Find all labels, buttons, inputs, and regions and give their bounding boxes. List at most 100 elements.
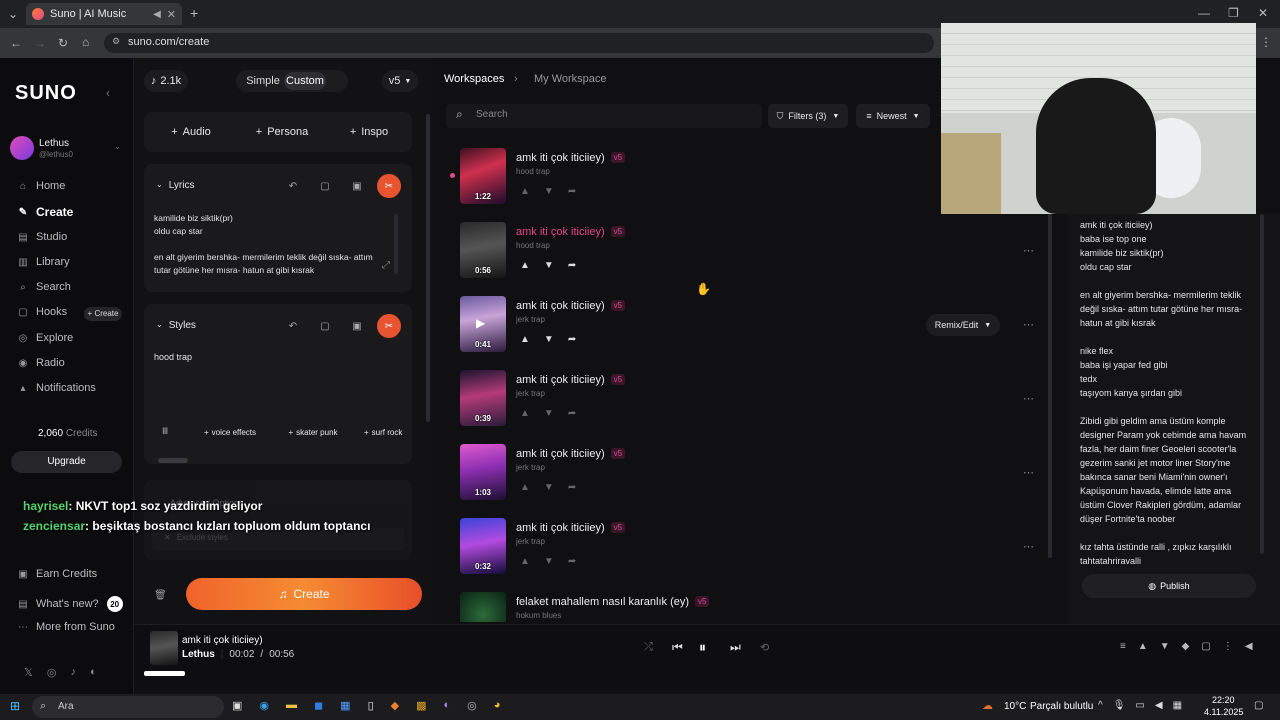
sidebar-item-notifications[interactable]: ▴ Notifications — [18, 382, 95, 394]
dislike-icon[interactable]: ▼ — [544, 556, 554, 567]
song-style[interactable]: hood trap — [516, 241, 550, 250]
style-chip[interactable]: + surf rock — [364, 424, 412, 440]
chrome-icon[interactable]: ◕ — [494, 699, 501, 712]
more-options-icon[interactable]: ⋯ — [1023, 392, 1034, 405]
share-icon[interactable]: ➦ — [568, 260, 576, 271]
style-chip[interactable]: + voice effects — [196, 424, 264, 440]
instagram-icon[interactable]: ◎ — [47, 666, 57, 679]
like-icon[interactable]: ▲ — [520, 408, 530, 419]
delete-icon[interactable]: ▣ — [346, 175, 368, 197]
player-title[interactable]: amk iti çok iticiiey) — [182, 635, 263, 646]
remix-edit-button[interactable]: Remix/Edit ▼ — [926, 314, 1000, 336]
home-browser-icon[interactable]: ⌂ — [82, 35, 89, 49]
version-select[interactable]: v5 ▼ — [382, 70, 418, 92]
lock-icon[interactable]: ▢ — [1201, 641, 1210, 652]
previous-icon[interactable]: ⏮ — [672, 640, 683, 655]
song-style[interactable]: hokum blues — [516, 611, 561, 620]
song-title[interactable]: felaket mahallem nasıl karanlık (ey) v5 — [516, 596, 710, 608]
microphone-icon[interactable]: 🎙 — [1113, 700, 1126, 711]
song-cover[interactable] — [460, 592, 506, 622]
song-row[interactable]: ▶ 0:41 amk iti çok iticiiey) v5 jerk trap… — [460, 296, 1050, 360]
dislike-icon[interactable]: ▼ — [544, 260, 554, 271]
share-icon[interactable]: ➦ — [568, 408, 576, 419]
share-icon[interactable]: ➦ — [568, 334, 576, 345]
comment-icon[interactable]: ◆ — [1182, 641, 1190, 652]
forward-icon[interactable]: → — [34, 36, 46, 50]
notification-center-icon[interactable]: ▢ — [1254, 700, 1263, 711]
create-button[interactable]: ♫ Create — [186, 578, 422, 610]
edge-icon[interactable]: ◉ — [259, 699, 269, 712]
add-inspo-button[interactable]: + Inspo — [344, 121, 394, 143]
lyrics-scrollbar[interactable] — [394, 214, 398, 274]
more-from-suno-link[interactable]: ⋯ More from Suno — [18, 621, 115, 633]
back-icon[interactable]: ← — [10, 36, 22, 50]
workspace-search-input[interactable]: ⌕ Search — [446, 104, 762, 128]
app-icon[interactable]: ◆ — [391, 699, 399, 712]
lyrics-header[interactable]: ⌄ Lyrics — [156, 180, 194, 191]
sidebar-item-library[interactable]: ▥ Library — [18, 256, 69, 268]
like-icon[interactable]: ▲ — [520, 556, 530, 567]
details-scrollbar[interactable] — [1260, 214, 1264, 554]
styles-header[interactable]: ⌄ Styles — [156, 320, 196, 331]
user-name[interactable]: Lethus — [39, 138, 69, 149]
styles-textarea[interactable]: hood trap — [154, 352, 192, 362]
store-icon[interactable]: ▦ — [340, 699, 350, 712]
site-info-icon[interactable]: ⚙ — [112, 36, 120, 47]
dislike-icon[interactable]: ▼ — [544, 408, 554, 419]
repeat-icon[interactable]: ⟲ — [760, 641, 769, 654]
lyrics-textarea[interactable]: kamilide biz siktik(pr) oldu cap star en… — [154, 212, 380, 277]
clock-date[interactable]: 4.11.2025 — [1204, 707, 1243, 717]
mode-simple-tab[interactable]: Simple — [240, 72, 286, 90]
pause-icon[interactable]: ⏸ — [699, 639, 706, 656]
song-row[interactable]: 1:03 amk iti çok iticiiey) v5 jerk trap ▲… — [460, 444, 1050, 508]
chips-list-icon[interactable]: Ⅲ — [162, 426, 168, 437]
collapse-sidebar-icon[interactable]: ‹ — [106, 86, 110, 100]
dislike-icon[interactable]: ▼ — [544, 186, 554, 197]
share-icon[interactable]: ➦ — [568, 556, 576, 567]
window-close-icon[interactable]: ✕ — [1258, 6, 1268, 20]
temperature[interactable]: 10°C — [1004, 701, 1026, 712]
song-cover[interactable]: 1:22 — [460, 148, 506, 204]
song-title[interactable]: amk iti çok iticiiey) v5 — [516, 522, 626, 534]
magic-wand-icon[interactable]: ✂ — [377, 314, 401, 338]
reload-icon[interactable]: ↻ — [58, 36, 68, 50]
user-menu-icon[interactable]: ⌄ — [114, 142, 121, 151]
browser-tab[interactable]: Suno | AI Music ◀ ✕ — [26, 3, 182, 25]
song-title[interactable]: amk iti çok iticiiey) v5 — [516, 226, 626, 238]
song-style[interactable]: jerk trap — [516, 389, 545, 398]
player-progress-bar[interactable] — [144, 671, 185, 676]
restore-icon[interactable]: ❐ — [1228, 6, 1239, 20]
undo-icon[interactable]: ↶ — [282, 175, 304, 197]
like-icon[interactable]: ▲ — [520, 186, 530, 197]
song-cover[interactable]: 0:39 — [460, 370, 506, 426]
app-icon[interactable]: ▩ — [416, 699, 426, 712]
song-title[interactable]: amk iti çok iticiiey) v5 — [516, 152, 626, 164]
delete-icon[interactable]: ▣ — [346, 315, 368, 337]
song-style[interactable]: jerk trap — [516, 537, 545, 546]
more-options-icon[interactable]: ⋯ — [1023, 318, 1034, 331]
expand-icon[interactable]: ⤢ — [382, 260, 390, 271]
song-style[interactable]: hood trap — [516, 167, 550, 176]
breadcrumb-current[interactable]: My Workspace — [534, 73, 607, 85]
file-explorer-icon[interactable]: ▬ — [286, 699, 297, 712]
volume-icon[interactable]: ◀ — [1155, 700, 1163, 711]
volume-icon[interactable]: ◀ — [1245, 641, 1253, 652]
song-row[interactable]: 0:39 amk iti çok iticiiey) v5 jerk trap ▲… — [460, 370, 1050, 434]
copy-icon[interactable]: ▢ — [314, 175, 336, 197]
dislike-icon[interactable]: ▼ — [1160, 641, 1170, 652]
more-options-icon[interactable]: ⋮ — [1223, 641, 1233, 652]
upgrade-button[interactable]: Upgrade — [11, 451, 122, 473]
shuffle-icon[interactable]: ⤮ — [644, 641, 653, 654]
magic-wand-icon[interactable]: ✂ — [377, 174, 401, 198]
outlook-icon[interactable]: ◼ — [314, 699, 323, 712]
suno-logo[interactable]: SUNO — [15, 82, 77, 105]
url-field[interactable]: ⚙ suno.com/create — [104, 33, 934, 53]
earn-credits-link[interactable]: ▣ Earn Credits — [18, 568, 97, 580]
song-title[interactable]: amk iti çok iticiiey) v5 — [516, 448, 626, 460]
weather-text[interactable]: Parçalı bulutlu — [1030, 701, 1093, 712]
add-persona-button[interactable]: + Persona — [252, 121, 312, 143]
song-cover[interactable]: 0:56 — [460, 222, 506, 278]
close-tab-icon[interactable]: ✕ — [167, 8, 176, 21]
sort-button[interactable]: ≡ Newest ▼ — [856, 104, 930, 128]
more-options-icon[interactable]: ⋯ — [1023, 540, 1034, 553]
